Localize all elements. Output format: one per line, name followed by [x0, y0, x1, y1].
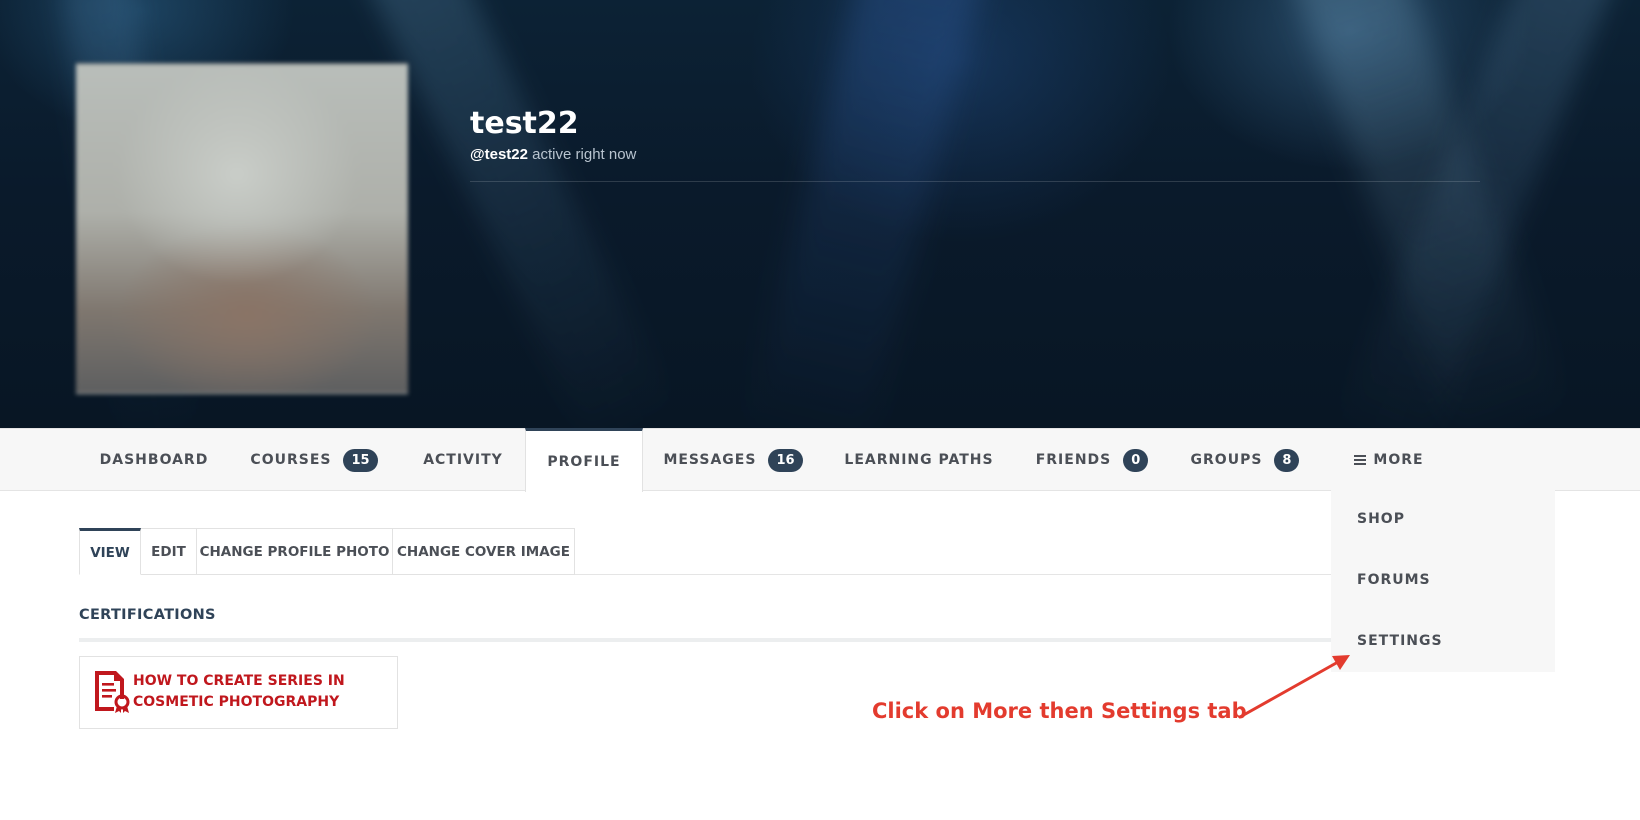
nav-profile[interactable]: PROFILE [525, 428, 643, 492]
annotation-arrow-icon [1238, 655, 1350, 719]
user-info-divider [470, 181, 1480, 182]
instruction-annotation: Click on More then Settings tab [872, 699, 1247, 723]
nav-label: LEARNING PATHS [844, 452, 994, 468]
more-dropdown-menu: SHOP FORUMS SETTINGS [1331, 490, 1555, 672]
nav-label: MORE [1373, 452, 1424, 468]
menu-item-forums[interactable]: FORUMS [1357, 572, 1431, 588]
subtab-change-cover-image[interactable]: CHANGE COVER IMAGE [393, 528, 575, 575]
menu-item-shop[interactable]: SHOP [1357, 511, 1405, 527]
subtab-change-profile-photo[interactable]: CHANGE PROFILE PHOTO [197, 528, 393, 575]
nav-label: FRIENDS [1035, 452, 1112, 468]
profile-status-line: @test22 active right now [470, 146, 1480, 163]
hamburger-icon [1354, 455, 1367, 465]
profile-display-name: test22 [470, 106, 579, 141]
profile-avatar[interactable] [76, 63, 408, 394]
nav-label: DASHBOARD [99, 452, 209, 468]
cover-light-beam [364, 0, 674, 428]
menu-item-settings[interactable]: SETTINGS [1357, 633, 1443, 649]
certifications-divider [79, 638, 1331, 642]
profile-activity-status: active right now [528, 146, 637, 163]
certificate-card[interactable]: HOW TO CREATE SERIES IN COSMETIC PHOTOGR… [79, 656, 398, 729]
nav-learning-paths[interactable]: LEARNING PATHS [834, 429, 1004, 491]
subtab-edit[interactable]: EDIT [141, 528, 197, 575]
groups-count-badge: 8 [1274, 448, 1300, 472]
messages-count-badge: 16 [768, 448, 803, 472]
nav-groups[interactable]: GROUPS 8 [1183, 429, 1307, 491]
cover-light-beam [745, 0, 989, 428]
profile-nav: DASHBOARD COURSES 15 ACTIVITY PROFILE ME… [0, 428, 1640, 492]
profile-handle: @test22 [470, 146, 528, 163]
certificate-icon [95, 671, 130, 713]
nav-more-button[interactable]: MORE [1353, 429, 1425, 491]
friends-count-badge: 0 [1123, 448, 1149, 472]
nav-label: MESSAGES [663, 452, 757, 468]
profile-cover: test22 @test22 active right now [0, 0, 1640, 428]
nav-messages[interactable]: MESSAGES 16 [660, 429, 806, 491]
nav-label: COURSES [250, 452, 332, 468]
certifications-heading: CERTIFICATIONS [79, 607, 216, 623]
certificate-title: HOW TO CREATE SERIES IN COSMETIC PHOTOGR… [133, 673, 345, 710]
nav-dashboard[interactable]: DASHBOARD [80, 429, 228, 491]
nav-label: ACTIVITY [423, 452, 503, 468]
subtab-view[interactable]: VIEW [79, 528, 141, 575]
user-info: test22 @test22 active right now [470, 106, 1480, 182]
nav-friends[interactable]: FRIENDS 0 [1030, 429, 1154, 491]
courses-count-badge: 15 [343, 448, 378, 472]
nav-courses[interactable]: COURSES 15 [238, 429, 390, 491]
nav-activity[interactable]: ACTIVITY [412, 429, 514, 491]
nav-label: PROFILE [547, 453, 621, 470]
nav-label: GROUPS [1190, 452, 1263, 468]
